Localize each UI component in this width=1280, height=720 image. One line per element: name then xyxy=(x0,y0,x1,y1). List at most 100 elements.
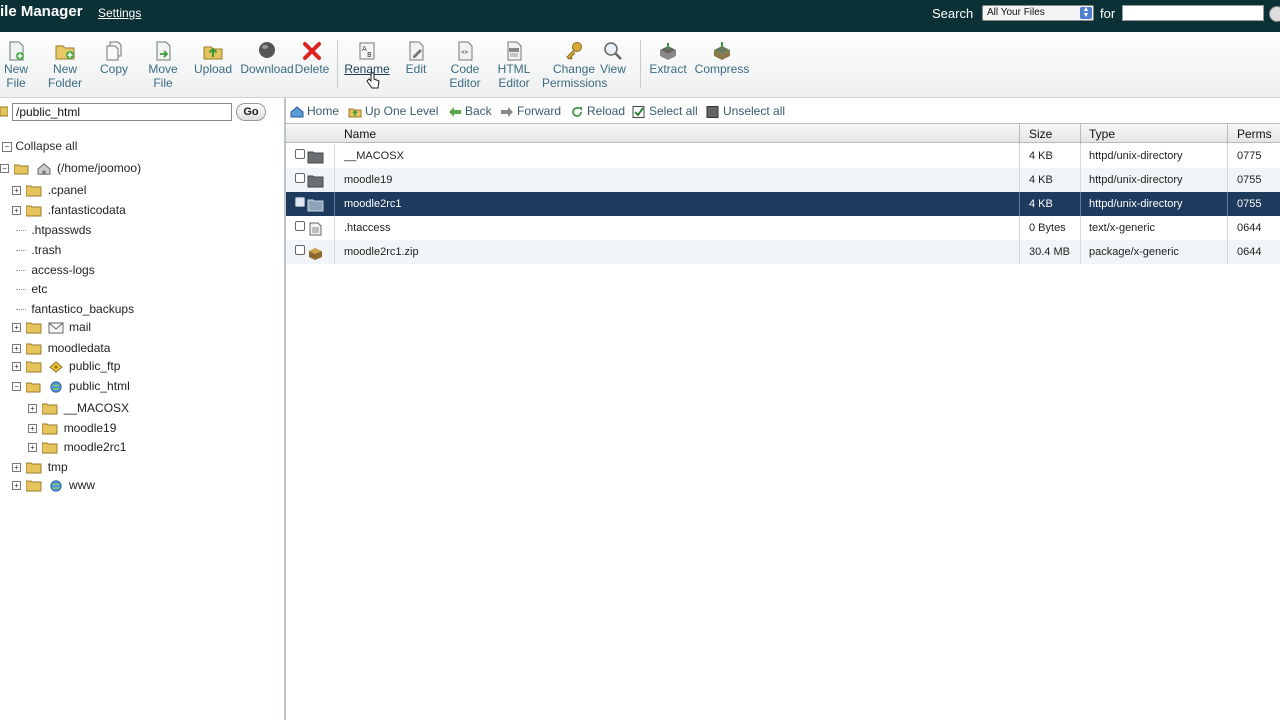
move-file-button[interactable]: Move File xyxy=(146,40,180,90)
svg-text:<>: <> xyxy=(461,49,469,56)
delete-button[interactable]: Delete xyxy=(294,40,330,76)
path-input[interactable]: /public_html xyxy=(12,103,232,121)
new-file-button[interactable]: New File xyxy=(2,40,30,90)
download-button[interactable]: Download xyxy=(240,40,294,76)
compress-button[interactable]: Compress xyxy=(694,40,750,76)
table-row[interactable]: .htaccess 0 Bytes text/x-generic 0644 xyxy=(286,216,1280,240)
nav-select-all[interactable]: Select all xyxy=(632,104,698,118)
collapse-all-link[interactable]: − Collapse all xyxy=(2,139,77,153)
envelope-icon xyxy=(48,322,64,334)
collapse-icon: − xyxy=(2,141,12,152)
tree-item-label: public_ftp xyxy=(69,359,121,373)
html-editor-button[interactable]: HTML Editor xyxy=(496,40,532,90)
column-header-size[interactable]: Size xyxy=(1029,127,1052,141)
tree-item-mail[interactable]: + mail xyxy=(12,318,91,336)
search-input[interactable] xyxy=(1122,5,1264,21)
tree-item-label: .cpanel xyxy=(47,183,87,197)
tree-item-public-html[interactable]: − public_html xyxy=(12,377,130,395)
tree-item-trash[interactable]: .trash xyxy=(16,241,61,259)
forward-arrow-icon xyxy=(501,106,513,117)
nav-reload[interactable]: Reload xyxy=(570,104,625,118)
row-size: 4 KB xyxy=(1029,150,1053,162)
extract-button[interactable]: Extract xyxy=(648,40,688,76)
tree-item-moodle19[interactable]: + moodle19 xyxy=(28,419,116,437)
file-nav-bar: Home Up One Level Back Forward Reload Se… xyxy=(286,100,1280,122)
row-size: 0 Bytes xyxy=(1029,222,1066,234)
column-header-type[interactable]: Type xyxy=(1089,127,1115,141)
search-go-button[interactable] xyxy=(1269,6,1280,22)
table-row[interactable]: moodle19 4 KB httpd/unix-directory 0755 xyxy=(286,168,1280,192)
tree-item-label: public_html xyxy=(69,379,130,393)
tree-item-label: __MACOSX xyxy=(63,401,130,415)
tree-item-cpanel[interactable]: + .cpanel xyxy=(12,181,86,199)
tree-connector xyxy=(16,250,26,252)
row-perms: 0755 xyxy=(1237,198,1262,210)
edit-button[interactable]: Edit xyxy=(402,40,430,76)
folder-icon xyxy=(26,480,42,492)
tree-item-htpasswds[interactable]: .htpasswds xyxy=(16,221,91,239)
tree-item-moodledata[interactable]: + moodledata xyxy=(12,339,110,357)
edit-icon xyxy=(409,41,424,61)
folder-icon xyxy=(26,361,42,373)
upload-icon xyxy=(203,46,223,60)
row-checkbox[interactable] xyxy=(295,245,305,255)
tree-item-label: (/home/joomoo) xyxy=(57,161,142,175)
new-folder-button[interactable]: New Folder xyxy=(46,40,84,90)
tree-item-etc[interactable]: etc xyxy=(16,280,47,298)
change-permissions-label-1: Change xyxy=(552,62,596,76)
column-header-name[interactable]: Name xyxy=(344,127,376,141)
toolbar-separator xyxy=(337,40,338,88)
nav-back[interactable]: Back xyxy=(448,104,492,118)
tree-item-fantastico-backups[interactable]: fantastico_backups xyxy=(16,300,134,318)
row-checkbox-checked[interactable] xyxy=(295,197,305,207)
row-checkbox[interactable] xyxy=(295,149,305,159)
folder-icon xyxy=(26,322,42,334)
view-button[interactable]: View xyxy=(598,40,628,76)
nav-unselect-all[interactable]: Unselect all xyxy=(706,104,785,118)
row-checkbox[interactable] xyxy=(295,221,305,231)
unchecked-box-icon xyxy=(706,105,719,118)
search-scope-select[interactable]: All Your Files ▲ ▼ xyxy=(982,5,1094,21)
folder-icon xyxy=(307,175,324,188)
row-size: 4 KB xyxy=(1029,174,1053,186)
tree-item-tmp[interactable]: + tmp xyxy=(12,458,68,476)
table-row-selected[interactable]: moodle2rc1 4 KB httpd/unix-directory 075… xyxy=(286,192,1280,216)
nav-home[interactable]: Home xyxy=(290,104,339,118)
row-type: httpd/unix-directory xyxy=(1089,174,1183,186)
column-separator xyxy=(1227,192,1228,216)
hand-cursor-icon xyxy=(366,72,380,89)
path-go-button[interactable]: Go xyxy=(236,103,266,121)
code-editor-label-2: Editor xyxy=(449,76,481,90)
row-perms: 0644 xyxy=(1237,222,1262,234)
table-row[interactable]: __MACOSX 4 KB httpd/unix-directory 0775 xyxy=(286,144,1280,168)
rename-button[interactable]: AB Rename xyxy=(344,40,390,76)
folder-icon xyxy=(42,403,58,415)
nav-forward[interactable]: Forward xyxy=(500,104,561,118)
code-editor-button[interactable]: <> Code Editor xyxy=(448,40,482,90)
table-row[interactable]: moodle2rc1.zip 30.4 MB package/x-generic… xyxy=(286,240,1280,264)
column-separator xyxy=(1019,168,1020,192)
row-checkbox[interactable] xyxy=(295,173,305,183)
upload-button[interactable]: Upload xyxy=(194,40,232,76)
nav-forward-label: Forward xyxy=(517,104,562,118)
tree-item-home[interactable]: − (/home/joomoo) xyxy=(0,159,141,177)
tree-item-www[interactable]: + www xyxy=(12,476,95,494)
nav-up-one-level[interactable]: Up One Level xyxy=(348,104,438,118)
expand-node-icon: + xyxy=(12,344,21,354)
column-header-perms[interactable]: Perms xyxy=(1237,127,1272,141)
copy-button[interactable]: Copy xyxy=(98,40,130,76)
change-permissions-button[interactable]: Change Permissions xyxy=(542,40,607,90)
back-arrow-icon xyxy=(449,106,461,117)
toolbar: New File New Folder Copy Move File Uploa… xyxy=(0,32,1280,98)
tree-item-access-logs[interactable]: access-logs xyxy=(16,261,95,279)
tree-item-public-ftp[interactable]: + public_ftp xyxy=(12,357,120,375)
tree-item-label: .trash xyxy=(31,243,62,257)
view-label: View xyxy=(600,62,626,76)
for-label: for xyxy=(1100,6,1116,21)
settings-link[interactable]: Settings xyxy=(98,6,141,20)
tree-item-fantasticodata[interactable]: + .fantasticodata xyxy=(12,201,126,219)
open-folder-icon xyxy=(26,382,41,393)
tree-item-moodle2rc1[interactable]: + moodle2rc1 xyxy=(28,438,126,456)
tree-item-macosx[interactable]: + __MACOSX xyxy=(28,399,129,417)
folder-tree-icon xyxy=(0,106,8,117)
